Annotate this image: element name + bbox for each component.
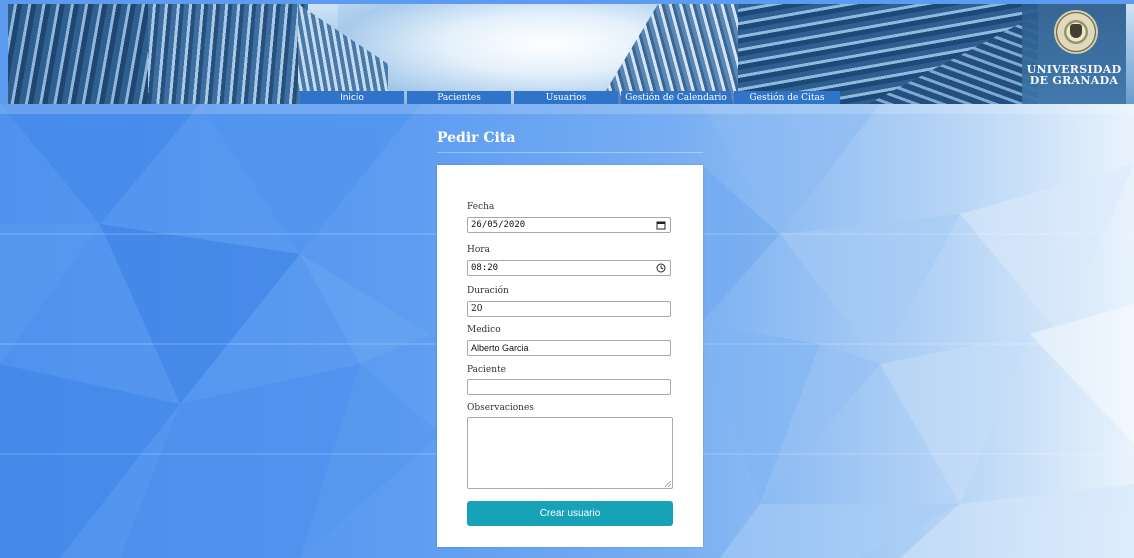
duracion-value: 20 — [471, 304, 483, 314]
observaciones-textarea[interactable] — [467, 417, 673, 489]
medico-label: Medico — [467, 325, 501, 335]
hora-label: Hora — [467, 245, 490, 255]
duracion-label: Duración — [467, 286, 509, 296]
university-seal-icon — [1054, 10, 1098, 54]
header-banner: UNIVERSIDAD DE GRANADA — [8, 4, 1134, 104]
medico-value: Alberto Garcia — [471, 343, 529, 353]
background-strip — [0, 104, 1134, 114]
duracion-input[interactable]: 20 — [467, 301, 671, 317]
fecha-input[interactable]: 26/05/2020 — [467, 217, 671, 233]
medico-input[interactable]: Alberto Garcia — [467, 340, 671, 356]
university-logo-text: UNIVERSIDAD DE GRANADA — [1026, 63, 1122, 87]
resize-grip-icon[interactable] — [665, 481, 671, 487]
university-logo: UNIVERSIDAD DE GRANADA — [1022, 4, 1126, 104]
paciente-input[interactable] — [467, 379, 671, 395]
crear-usuario-button[interactable]: Crear usuario — [467, 501, 673, 526]
fecha-value: 26/05/2020 — [471, 220, 526, 230]
paciente-label: Paciente — [467, 365, 507, 375]
appointment-form: Fecha 26/05/2020 Hora 08:20 Duración 20 … — [437, 165, 703, 547]
fecha-label: Fecha — [467, 202, 495, 212]
banner-building — [8, 4, 158, 104]
page-title: Pedir Cita — [437, 130, 703, 153]
clock-icon[interactable] — [656, 263, 666, 273]
hora-input[interactable]: 08:20 — [467, 260, 671, 276]
calendar-icon[interactable] — [656, 220, 666, 230]
observaciones-label: Observaciones — [467, 403, 534, 413]
hora-value: 08:20 — [471, 263, 499, 273]
banner-building — [148, 4, 308, 104]
